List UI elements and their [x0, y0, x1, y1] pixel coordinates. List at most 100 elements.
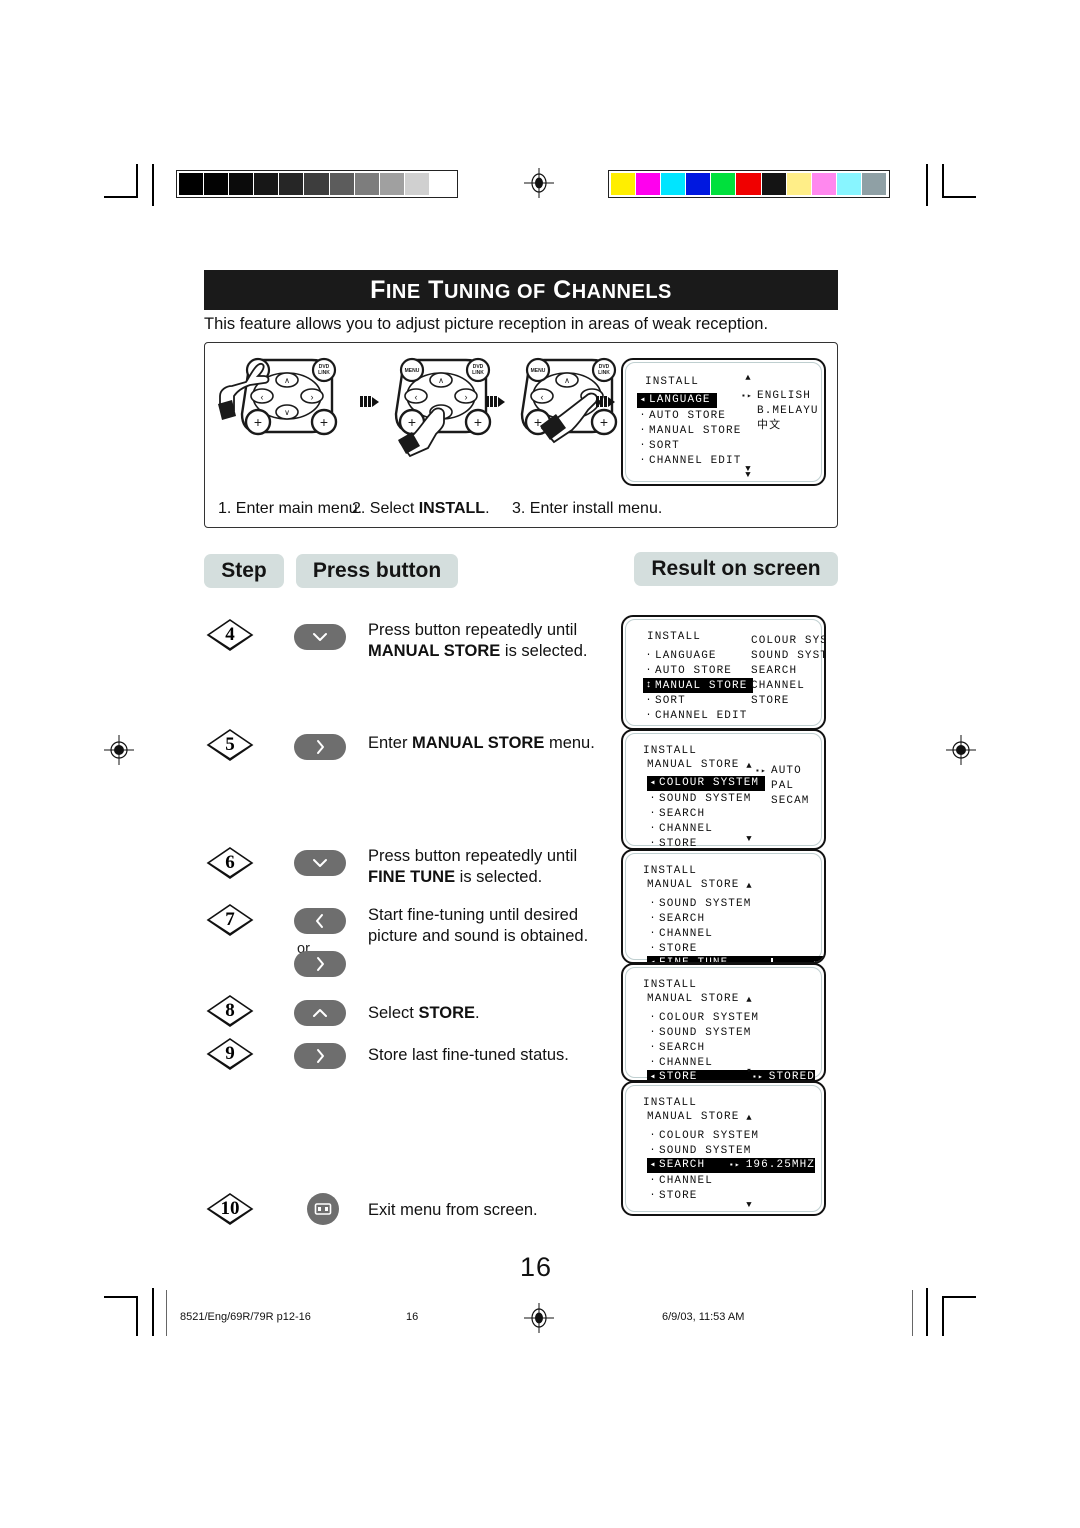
osd-menu-label: MANUAL STORE: [655, 679, 748, 692]
osd-menu-item[interactable]: · STORE: [647, 836, 698, 849]
osd-menu-item[interactable]: · SEARCH: [647, 1040, 705, 1055]
osd-menu-item[interactable]: ◂ COLOUR SYSTEM: [647, 775, 766, 791]
color-swatch: [811, 173, 837, 195]
osd-menu-item[interactable]: · SORT: [643, 693, 686, 708]
color-swatch: [636, 173, 662, 195]
osd-menu-label: SORT: [655, 694, 686, 707]
osd-menu-item[interactable]: · SORT: [637, 438, 680, 453]
color-calibration-strip: [608, 170, 890, 198]
button-chevron-right-step9[interactable]: [294, 1043, 346, 1069]
button-chevron-down-step6[interactable]: [294, 850, 346, 876]
grayscale-swatch: [379, 173, 405, 195]
flow-caption-2: 2. Select INSTALL.: [352, 500, 490, 518]
step5-text-1: Enter: [368, 734, 413, 752]
crop-mark-bl-v: [136, 1296, 138, 1336]
color-swatch: [686, 173, 712, 195]
step-instruction-7: Start fine-tuning until desired picture …: [368, 905, 618, 947]
osd-scroll-up-indicator: ▲: [746, 995, 752, 1005]
svg-text:‹: ‹: [541, 392, 544, 402]
flow-caption-1: 1. Enter main menu.: [218, 500, 363, 517]
crop-mark-br-h: [942, 1296, 976, 1298]
grayscale-swatch: [279, 173, 305, 195]
osd-menu-list: · COLOUR SYSTEM · SOUND SYSTEM · SEARCH · CHANN…: [647, 1006, 815, 1080]
osd-menu-item[interactable]: · CHANNEL: [647, 1055, 713, 1070]
button-chevron-down-step4[interactable]: [294, 624, 346, 650]
remote-illustration-1: DVD LINK + + ∧ ∨ ‹ ›: [216, 356, 356, 471]
osd-menu-item[interactable]: ◂ LANGUAGE: [637, 392, 717, 408]
svg-text:MENU: MENU: [405, 368, 420, 374]
crop-mark-tr-h: [942, 196, 976, 198]
osd-option-value: 中文: [757, 420, 782, 432]
intro-paragraph: This feature allows you to adjust pictur…: [204, 315, 769, 333]
step-number-8: 8: [225, 999, 235, 1021]
osd-menu-label: SOUND SYSTEM: [659, 1026, 752, 1039]
button-exit-menu-step10[interactable]: [307, 1193, 339, 1225]
step-instruction-5: Enter MANUAL STORE menu.: [368, 733, 618, 754]
osd-menu-item[interactable]: · SEARCH: [647, 911, 705, 926]
crop-mark-tr-v: [942, 164, 944, 198]
osd-menu-label: COLOUR SYSTEM: [659, 1129, 760, 1142]
osd-menu-list: · COLOUR SYSTEM · SOUND SYSTEM ◂ SEARCH ▪▸ 196.…: [647, 1124, 815, 1202]
grayscale-swatch: [229, 173, 255, 195]
osd-header: INSTALL: [645, 375, 699, 388]
osd-menu-label: CHANNEL: [659, 1056, 713, 1069]
osd-menu-label: MANUAL STORE: [649, 424, 742, 437]
osd-option-value: STORE: [751, 695, 790, 707]
registration-target-right: [946, 735, 976, 765]
color-swatch: [786, 173, 812, 195]
osd-menu-item[interactable]: · SOUND SYSTEM: [647, 1143, 751, 1158]
osd-menu-item[interactable]: · CHANNEL: [647, 1173, 713, 1188]
osd-menu-item[interactable]: · STORE: [647, 941, 698, 956]
screen-store-stored: INSTALL MANUAL STORE ▲ · COLOUR SYSTEM · SOUND…: [621, 963, 826, 1082]
osd-scroll-up-indicator: ▲: [746, 761, 752, 771]
osd-bullet: ·: [639, 410, 647, 421]
page-title-bar: FINE TUNING OF CHANNELS: [204, 270, 838, 310]
step9-text-1: Store last fine-tuned status.: [368, 1046, 569, 1064]
osd-menu-item[interactable]: · SOUND SYSTEM: [647, 791, 751, 806]
osd-menu-item[interactable]: · SOUND SYSTEM: [647, 1025, 751, 1040]
manual-page: FINE TUNING OF CHANNELS This feature all…: [0, 0, 1080, 1528]
osd-option-value: COLOUR SYSTEM: [751, 635, 826, 647]
step-diamond-8: 8: [206, 994, 254, 1028]
osd-menu-item[interactable]: · CHANNEL: [647, 926, 713, 941]
registration-target-bottom: [524, 1303, 554, 1333]
step-instruction-6: Press button repeatedly until FINE TUNE …: [368, 846, 608, 888]
button-chevron-right-step7[interactable]: [294, 951, 346, 977]
osd-menu-item[interactable]: · SEARCH: [647, 806, 705, 821]
svg-text:+: +: [408, 414, 416, 430]
page-number: 16: [519, 1252, 553, 1282]
osd-menu-item[interactable]: · CHANNEL: [647, 821, 713, 836]
step5-text-2: menu.: [544, 734, 595, 752]
step8-text-bold: STORE: [418, 1004, 475, 1022]
step6-text-bold: FINE TUNE: [368, 868, 456, 887]
osd-bullet: ·: [649, 1145, 657, 1156]
osd-menu-item[interactable]: · MANUAL STORE: [637, 423, 741, 438]
crop-mark-tr-v2: [926, 164, 928, 206]
osd-menu-item[interactable]: · CHANNEL EDIT: [643, 708, 747, 723]
osd-bullet: ·: [649, 838, 657, 849]
osd-scroll-down-indicator: ▼ ▼: [745, 464, 751, 480]
osd-menu-item[interactable]: · LANGUAGE: [643, 648, 717, 663]
crop-mark-br-v2: [926, 1288, 928, 1336]
step5-text-bold: MANUAL STORE: [412, 734, 545, 752]
button-chevron-left-step7[interactable]: [294, 908, 346, 934]
osd-menu-item[interactable]: · COLOUR SYSTEM: [647, 1128, 759, 1143]
osd-menu-item[interactable]: · CHANNEL EDIT: [637, 453, 741, 468]
color-swatch: [711, 173, 737, 195]
color-swatch: [761, 173, 787, 195]
osd-option-value: B.MELAYU: [757, 405, 819, 417]
osd-menu-item[interactable]: · AUTO STORE: [637, 408, 726, 423]
osd-menu-item[interactable]: ◂ SEARCH ▪▸ 196.25MHZ: [647, 1157, 815, 1173]
step4-text-bold: MANUAL STORE: [368, 642, 501, 661]
osd-menu-item[interactable]: · COLOUR SYSTEM: [647, 1010, 759, 1025]
osd-menu-item[interactable]: · AUTO STORE: [643, 663, 732, 678]
osd-menu-item[interactable]: · STORE: [647, 1188, 698, 1203]
button-chevron-right-step5[interactable]: [294, 734, 346, 760]
svg-text:›: ›: [465, 392, 468, 402]
osd-menu-item[interactable]: ↕ MANUAL STORE: [643, 678, 754, 693]
grayscale-swatch: [404, 173, 430, 195]
button-chevron-up-step8[interactable]: [294, 1000, 346, 1026]
osd-menu-label: STORE: [659, 1189, 698, 1202]
color-swatch: [661, 173, 687, 195]
osd-menu-item[interactable]: · SOUND SYSTEM: [647, 896, 751, 911]
